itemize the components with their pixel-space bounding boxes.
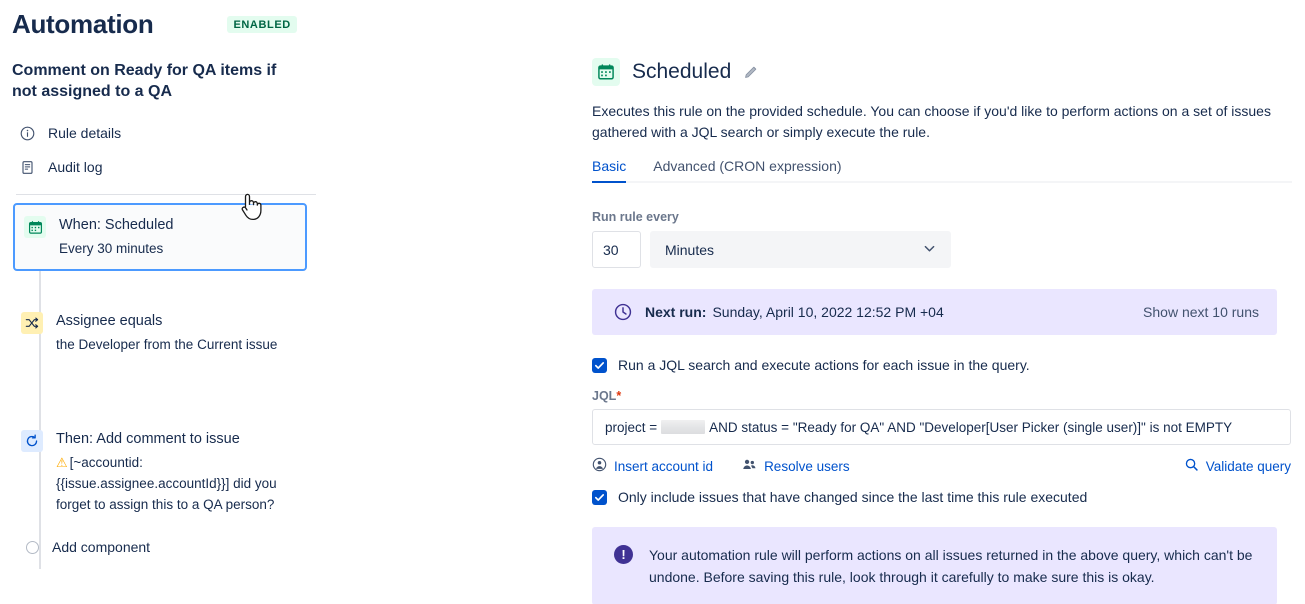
panel-header: Scheduled xyxy=(592,58,1292,86)
panel-title: Scheduled xyxy=(632,60,731,84)
run-rule-every-label: Run rule every xyxy=(592,210,1292,224)
changed-issues-checkbox-label: Only include issues that have changed si… xyxy=(618,489,1087,505)
jql-value-prefix: project = xyxy=(605,420,657,435)
add-component-button[interactable]: Add component xyxy=(12,539,328,555)
search-icon xyxy=(1184,457,1199,475)
run-rule-every-group: Run rule every Minutes xyxy=(592,210,1292,268)
redacted-project-value xyxy=(661,420,705,434)
jql-action-links: Insert account id Resolve users Validate… xyxy=(592,457,1291,475)
interval-unit-select[interactable]: Minutes xyxy=(650,231,951,268)
schedule-tabs: Basic Advanced (CRON expression) xyxy=(592,158,1292,183)
panel-description: Executes this rule on the provided sched… xyxy=(592,101,1282,143)
show-next-runs-link[interactable]: Show next 10 runs xyxy=(1143,304,1259,320)
changed-issues-checkbox[interactable] xyxy=(592,490,607,505)
person-icon xyxy=(592,457,607,475)
insert-account-id-link[interactable]: Insert account id xyxy=(592,457,713,475)
validate-query-label: Validate query xyxy=(1206,459,1291,474)
jql-label-text: JQL xyxy=(592,389,616,403)
chevron-down-icon xyxy=(922,241,937,259)
warning-triangle-icon: ⚠ xyxy=(56,455,68,470)
sidebar-item-rule-details[interactable]: Rule details xyxy=(12,116,328,150)
resolve-users-link[interactable]: Resolve users xyxy=(742,457,850,475)
warning-banner-text: Your automation rule will perform action… xyxy=(649,544,1257,588)
jql-input[interactable]: project = AND status = "Ready for QA" AND… xyxy=(592,409,1291,445)
sidebar-item-label: Rule details xyxy=(48,125,121,141)
rule-component-subtitle-text: [~accountid: {{issue.assignee.accountId}… xyxy=(56,455,277,512)
clock-icon xyxy=(614,303,632,321)
interval-value-input[interactable] xyxy=(592,231,641,268)
calendar-icon xyxy=(592,58,620,86)
rule-component-body: When: Scheduled Every 30 minutes xyxy=(59,215,309,259)
calendar-icon xyxy=(24,216,46,238)
trigger-config-panel: Scheduled Executes this rule on the prov… xyxy=(592,0,1292,604)
sidebar-header: Automation ENABLED xyxy=(12,0,328,40)
people-icon xyxy=(742,457,757,475)
mouse-cursor-pointer xyxy=(237,192,263,222)
refresh-action-icon xyxy=(21,430,43,452)
sidebar-item-label: Audit log xyxy=(48,159,102,175)
run-rule-every-controls: Minutes xyxy=(592,231,1292,268)
rule-sidebar: Automation ENABLED Comment on Ready for … xyxy=(0,0,340,604)
status-badge: ENABLED xyxy=(227,16,296,33)
rule-name: Comment on Ready for QA items if not ass… xyxy=(12,60,304,102)
insert-account-id-label: Insert account id xyxy=(614,459,713,474)
rule-component-subtitle: ⚠[~accountid: {{issue.assignee.accountId… xyxy=(56,452,306,515)
interval-unit-selected-value: Minutes xyxy=(665,242,714,258)
rule-component-action[interactable]: Then: Add comment to issue ⚠[~accountid:… xyxy=(12,419,328,525)
condition-shuffle-icon xyxy=(21,312,43,334)
sidebar-item-audit-log[interactable]: Audit log xyxy=(12,150,328,184)
next-run-banner: Next run: Sunday, April 10, 2022 12:52 P… xyxy=(592,289,1277,335)
document-icon xyxy=(19,159,36,176)
next-run-label: Next run: xyxy=(645,304,706,320)
tab-basic[interactable]: Basic xyxy=(592,158,626,181)
rule-component-title: When: Scheduled xyxy=(59,215,309,235)
rule-component-title: Then: Add comment to issue xyxy=(56,429,320,449)
rule-component-chain: When: Scheduled Every 30 minutes Assigne… xyxy=(12,203,328,555)
jql-field-label: JQL* xyxy=(592,389,1292,403)
add-circle-icon xyxy=(26,541,39,554)
jql-value-suffix: AND status = "Ready for QA" AND "Develop… xyxy=(709,420,1232,435)
rule-component-title: Assignee equals xyxy=(56,311,320,331)
sidebar-nav: Rule details Audit log xyxy=(12,116,328,184)
rule-component-subtitle: Every 30 minutes xyxy=(59,238,309,259)
warning-banner: ! Your automation rule will perform acti… xyxy=(592,527,1277,604)
sidebar-divider xyxy=(16,194,316,195)
jql-search-checkbox-label: Run a JQL search and execute actions for… xyxy=(618,357,1030,373)
tab-advanced-cron[interactable]: Advanced (CRON expression) xyxy=(653,158,841,181)
exclamation-icon: ! xyxy=(614,545,633,564)
rule-component-subtitle: the Developer from the Current issue xyxy=(56,334,306,355)
pencil-icon[interactable] xyxy=(743,64,759,80)
rule-component-body: Assignee equals the Developer from the C… xyxy=(56,311,320,355)
page-title: Automation xyxy=(12,8,153,40)
validate-query-link[interactable]: Validate query xyxy=(1184,457,1291,475)
rule-component-body: Then: Add comment to issue ⚠[~accountid:… xyxy=(56,429,320,515)
resolve-users-label: Resolve users xyxy=(764,459,850,474)
add-component-label: Add component xyxy=(52,539,150,555)
jql-search-checkbox-row: Run a JQL search and execute actions for… xyxy=(592,357,1292,373)
automation-rule-editor-page: Automation ENABLED Comment on Ready for … xyxy=(0,0,1305,604)
rule-component-condition[interactable]: Assignee equals the Developer from the C… xyxy=(12,301,328,365)
next-run-value: Sunday, April 10, 2022 12:52 PM +04 xyxy=(712,304,943,320)
changed-issues-checkbox-row: Only include issues that have changed si… xyxy=(592,489,1292,505)
jql-search-checkbox[interactable] xyxy=(592,358,607,373)
required-marker: * xyxy=(616,389,621,403)
info-icon xyxy=(19,125,36,142)
